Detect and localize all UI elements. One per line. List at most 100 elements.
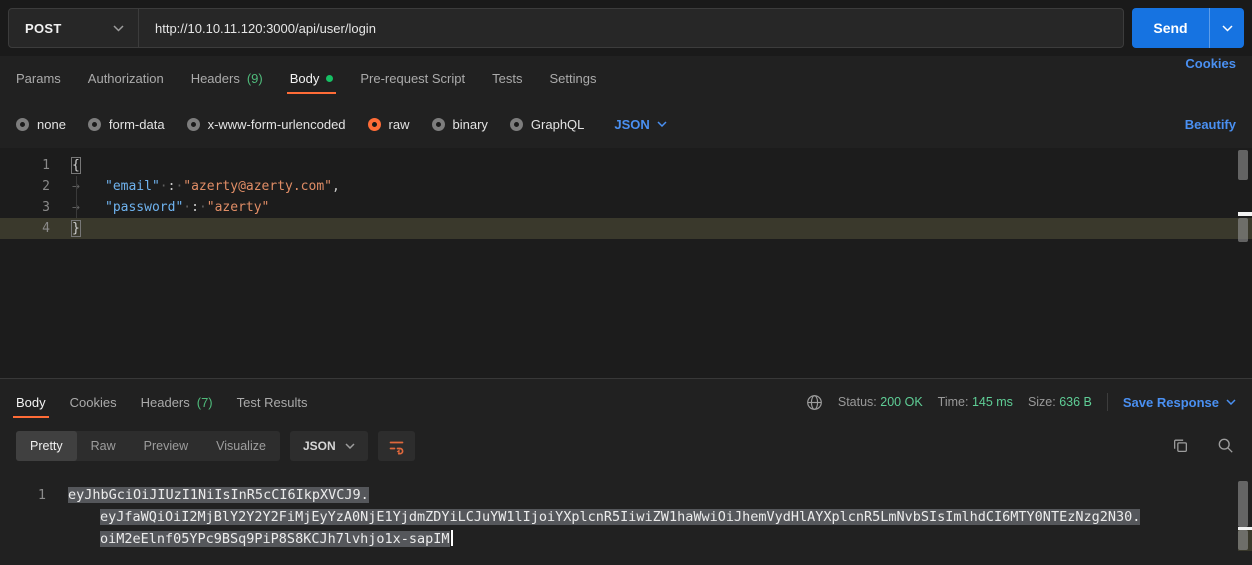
mode-none[interactable]: none <box>16 117 66 132</box>
radio-icon <box>187 118 200 131</box>
code-line: 2→"email"·:·"azerty@azerty.com", <box>0 176 1252 197</box>
scrollbar-thumb[interactable] <box>1238 218 1248 242</box>
status-label: Status: <box>838 395 877 409</box>
response-token-line: eyJfaWQiOiI2MjBlY2Y2Y2FiMjEyYzA0NjE1Yjdm… <box>68 506 1252 528</box>
mode-label: binary <box>453 117 488 132</box>
view-preview[interactable]: Preview <box>130 431 202 461</box>
code-line: 4} <box>0 218 1252 239</box>
tab-body[interactable]: Body <box>290 56 334 100</box>
mode-form-data[interactable]: form-data <box>88 117 165 132</box>
line-number: 3 <box>0 197 50 218</box>
line-number: 1 <box>0 484 46 506</box>
chevron-down-icon <box>657 121 667 127</box>
line-number: 2 <box>0 176 50 197</box>
response-language-selector[interactable]: JSON <box>290 431 368 461</box>
save-response-button[interactable]: Save Response <box>1123 395 1236 410</box>
language-label: JSON <box>303 439 336 453</box>
radio-selected-icon <box>368 118 381 131</box>
mode-graphql[interactable]: GraphQL <box>510 117 584 132</box>
url-input[interactable]: http://10.10.11.120:3000/api/user/login <box>139 9 1123 47</box>
radio-icon <box>432 118 445 131</box>
response-tab-test-results[interactable]: Test Results <box>237 379 308 425</box>
tab-label: Authorization <box>88 71 164 86</box>
postman-request-view: POST http://10.10.11.120:3000/api/user/l… <box>0 0 1252 565</box>
tab-tests[interactable]: Tests <box>492 56 522 100</box>
view-visualize[interactable]: Visualize <box>202 431 280 461</box>
code-text: →"password"·:·"azerty" <box>50 197 269 218</box>
response-actions <box>1172 437 1234 454</box>
method-selector[interactable]: POST <box>9 9 139 47</box>
status-field: Status: 200 OK <box>838 395 923 409</box>
tab-label: Body <box>16 395 46 410</box>
request-body-editor[interactable]: 1{2→"email"·:·"azerty@azerty.com",3→"pas… <box>0 148 1252 378</box>
tab-headers[interactable]: Headers (9) <box>191 56 263 100</box>
tab-label: Pre-request Script <box>360 71 465 86</box>
mode-raw[interactable]: raw <box>368 117 410 132</box>
code-lines: 1{2→"email"·:·"azerty@azerty.com",3→"pas… <box>0 155 1252 239</box>
mode-x-www-form-urlencoded[interactable]: x-www-form-urlencoded <box>187 117 346 132</box>
mode-label: none <box>37 117 66 132</box>
body-mode-row: none form-data x-www-form-urlencoded raw… <box>0 100 1252 148</box>
response-tab-cookies[interactable]: Cookies <box>70 379 117 425</box>
wrap-text-button[interactable] <box>378 431 415 461</box>
response-token-line: eyJhbGciOiJIUzI1NiIsInR5cCI6IkpXVCJ9. <box>68 484 1252 506</box>
mode-label: form-data <box>109 117 165 132</box>
response-tab-body[interactable]: Body <box>16 379 46 425</box>
mode-binary[interactable]: binary <box>432 117 488 132</box>
save-response-label: Save Response <box>1123 395 1219 410</box>
time-label: Time: <box>938 395 969 409</box>
scrollbar-thumb[interactable] <box>1238 481 1248 527</box>
send-button[interactable]: Send <box>1132 8 1210 48</box>
tab-label: Cookies <box>70 395 117 410</box>
headers-count: (7) <box>197 395 213 410</box>
line-number: 1 <box>0 155 50 176</box>
text-cursor <box>451 530 453 546</box>
request-url-bar: POST http://10.10.11.120:3000/api/user/l… <box>0 0 1252 56</box>
size-value: 636 B <box>1059 395 1092 409</box>
response-section: Body Cookies Headers (7) Test Results St… <box>0 378 1252 565</box>
text-wrap-icon <box>388 438 405 455</box>
chevron-down-icon <box>345 443 355 449</box>
response-tab-headers[interactable]: Headers (7) <box>141 379 213 425</box>
code-text: } <box>50 218 80 239</box>
divider <box>1107 393 1108 411</box>
copy-button[interactable] <box>1172 437 1189 454</box>
scrollbar-thumb[interactable] <box>1238 530 1248 550</box>
request-tabs: Params Authorization Headers (9) Body Pr… <box>0 56 1252 100</box>
selected-token-text: eyJhbGciOiJIUzI1NiIsInR5cCI6IkpXVCJ9. <box>68 487 369 503</box>
beautify-link[interactable]: Beautify <box>1185 117 1236 132</box>
indent-guide <box>76 176 77 218</box>
response-view-toolbar: Pretty Raw Preview Visualize JSON <box>16 431 415 461</box>
chevron-down-icon <box>113 25 124 32</box>
size-label: Size: <box>1028 395 1056 409</box>
modified-dot-icon <box>326 75 333 82</box>
line-number: 4 <box>0 218 50 239</box>
response-body[interactable]: 1 eyJhbGciOiJIUzI1NiIsInR5cCI6IkpXVCJ9. e… <box>0 479 1252 565</box>
code-text: { <box>50 155 80 176</box>
tab-label: Settings <box>549 71 596 86</box>
language-label: JSON <box>614 117 649 132</box>
tab-authorization[interactable]: Authorization <box>88 56 164 100</box>
tab-label: Tests <box>492 71 522 86</box>
status-value: 200 OK <box>880 395 922 409</box>
cookies-link[interactable]: Cookies <box>1185 56 1236 100</box>
body-language-selector[interactable]: JSON <box>614 117 666 132</box>
selected-token-text: oiM2eElnf05YPc9BSq9PiP8S8KCJh7lvhjo1x-sa… <box>100 531 450 547</box>
view-raw[interactable]: Raw <box>77 431 130 461</box>
view-switcher: Pretty Raw Preview Visualize <box>16 431 280 461</box>
tab-pre-request-script[interactable]: Pre-request Script <box>360 56 465 100</box>
tab-label: Params <box>16 71 61 86</box>
code-text: →"email"·:·"azerty@azerty.com", <box>50 176 340 197</box>
mode-label: GraphQL <box>531 117 584 132</box>
size-field: Size: 636 B <box>1028 395 1092 409</box>
scrollbar-thumb[interactable] <box>1238 150 1248 180</box>
tab-params[interactable]: Params <box>16 56 61 100</box>
response-meta: Status: 200 OK Time: 145 ms Size: 636 B … <box>806 393 1236 411</box>
tab-settings[interactable]: Settings <box>549 56 596 100</box>
send-split-button: Send <box>1132 8 1244 48</box>
view-pretty[interactable]: Pretty <box>16 431 77 461</box>
mode-label: x-www-form-urlencoded <box>208 117 346 132</box>
send-options-button[interactable] <box>1210 8 1244 48</box>
time-value: 145 ms <box>972 395 1013 409</box>
search-button[interactable] <box>1217 437 1234 454</box>
